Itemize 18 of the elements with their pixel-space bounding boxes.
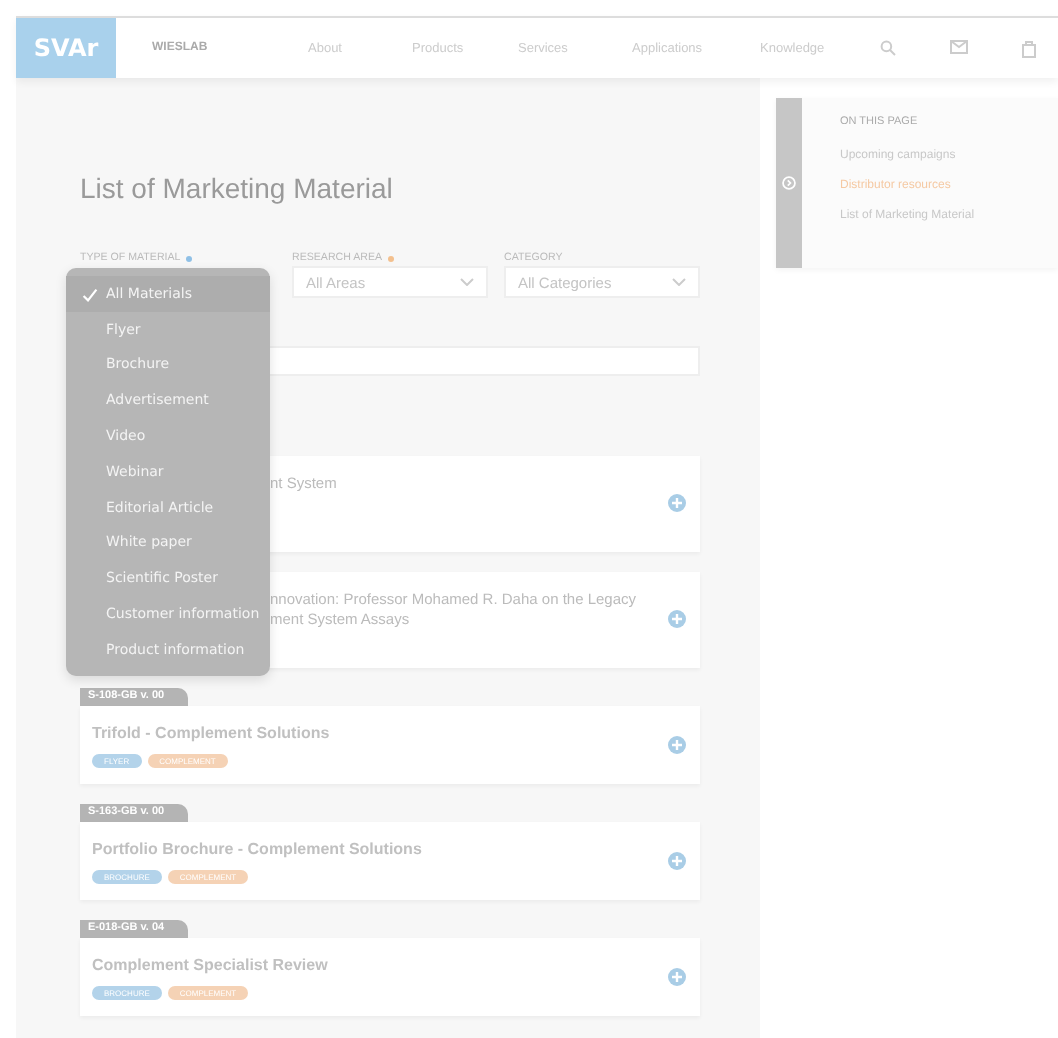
chevron-down-icon — [672, 278, 686, 286]
card-title: Portfolio Brochure - Complement Solutions — [92, 838, 422, 860]
card-title: Trifold - Complement Solutions — [92, 722, 330, 744]
chevron-down-icon — [460, 278, 474, 286]
page-title: List of Marketing Material — [80, 170, 395, 208]
plus-circle-icon[interactable] — [668, 852, 686, 870]
bag-icon[interactable] — [1022, 39, 1036, 57]
card-title: Complement Specialist Review — [92, 954, 328, 976]
check-icon — [82, 288, 98, 302]
plus-circle-icon[interactable] — [668, 610, 686, 628]
plus-circle-icon[interactable] — [668, 736, 686, 754]
logo[interactable]: SVAr — [16, 18, 116, 78]
plus-circle-icon[interactable] — [668, 968, 686, 986]
plus-circle-icon[interactable] — [668, 494, 686, 512]
search-icon[interactable] — [880, 39, 896, 55]
mail-icon[interactable] — [950, 39, 968, 53]
side-tab[interactable] — [776, 98, 802, 268]
arrow-circle-icon[interactable] — [782, 176, 796, 190]
